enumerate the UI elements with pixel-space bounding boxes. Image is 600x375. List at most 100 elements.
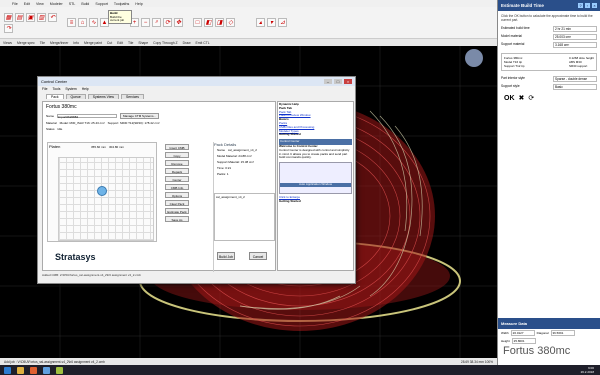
- measure-row-2: Height 25.8001: [498, 337, 600, 345]
- options-button[interactable]: Options: [165, 192, 189, 198]
- rotate-icon[interactable]: ⟳: [163, 18, 172, 27]
- tab-draw[interactable]: Draw: [183, 41, 191, 45]
- tab-merge-inner[interactable]: Merge/Inner: [50, 41, 68, 45]
- tab-services[interactable]: Services: [120, 94, 144, 99]
- material-label: Material: [46, 121, 57, 125]
- cancel-icon[interactable]: ✖: [519, 94, 525, 102]
- toolpath-icon[interactable]: ∿: [89, 18, 98, 27]
- zoom-out-icon[interactable]: −: [141, 18, 150, 27]
- view-front-icon[interactable]: ◧: [204, 18, 213, 27]
- tab-systems-view[interactable]: Systems View: [87, 94, 119, 99]
- center-button[interactable]: Center: [165, 176, 189, 182]
- menu-toolpaths[interactable]: Toolpaths: [114, 2, 129, 6]
- dialog-titlebar[interactable]: Control Center – □ ×: [38, 77, 355, 86]
- system-tray-clock[interactable]: 9:00 26.2.2018: [581, 366, 594, 374]
- tab-cut[interactable]: Cut: [107, 41, 112, 45]
- menu-modeler[interactable]: Modeler: [50, 2, 63, 6]
- control-center-icon[interactable]: [56, 366, 63, 374]
- help-screenshot[interactable]: Auto Application Window: [279, 162, 352, 195]
- insert-cmb-button[interactable]: Insert CMB: [165, 144, 189, 150]
- copy-button[interactable]: Copy: [165, 152, 189, 158]
- menu-file[interactable]: File: [12, 2, 18, 6]
- support-icon[interactable]: ⌂: [78, 18, 87, 27]
- zoom-fit-icon[interactable]: ⌕: [152, 18, 161, 27]
- pack-tab-panel: Fortus 380mc Name import0626884 Manage C…: [42, 101, 276, 272]
- layer-up-icon[interactable]: ▴: [256, 18, 265, 27]
- minimize-icon[interactable]: –: [324, 79, 332, 84]
- tab-info[interactable]: Info: [73, 41, 79, 45]
- tab-edit[interactable]: Edit: [117, 41, 123, 45]
- tab-merge-spec[interactable]: Merge spec: [17, 41, 35, 45]
- estimate-pack-button[interactable]: Estimate Pack: [165, 208, 189, 214]
- menu-edit[interactable]: Edit: [24, 2, 30, 6]
- tab-pack[interactable]: Pack: [46, 94, 64, 99]
- view-iso-icon[interactable]: ◇: [226, 18, 235, 27]
- view-tabstrip: Views Merge spec Tile Merge/Inner Info M…: [0, 39, 497, 46]
- insight-icon[interactable]: [43, 366, 50, 374]
- cmb-info-button[interactable]: CMB Info: [165, 184, 189, 190]
- tab-tile-2[interactable]: Tile: [128, 41, 133, 45]
- open-icon[interactable]: ▤: [15, 12, 24, 22]
- pack-list-item[interactable]: ssl_assignment_v4_2: [216, 195, 273, 199]
- dialog-menu-help[interactable]: Help: [82, 87, 89, 91]
- row-support-style: Support style Basic: [498, 83, 600, 91]
- build-tooltip: Build Build the current job: [108, 10, 132, 24]
- explorer-icon[interactable]: [17, 366, 24, 374]
- support-style-value: Basic: [553, 84, 597, 90]
- menu-build[interactable]: Build: [81, 2, 89, 6]
- tab-views[interactable]: Views: [3, 41, 12, 45]
- tab-merge-paint[interactable]: Merge paint: [84, 41, 102, 45]
- pack-name-label: Name: [46, 114, 55, 118]
- start-icon[interactable]: [4, 366, 11, 374]
- pack-name-select[interactable]: import0626884: [57, 114, 118, 119]
- pan-icon[interactable]: ✥: [174, 18, 183, 27]
- dialog-menu-tools[interactable]: Tools: [52, 87, 60, 91]
- redo-icon[interactable]: ↷: [4, 23, 13, 33]
- pack-item-list[interactable]: ssl_assignment_v4_2: [214, 193, 275, 241]
- print-icon[interactable]: ▥: [37, 12, 46, 22]
- close-icon[interactable]: ×: [344, 79, 352, 84]
- save-as-button[interactable]: Save As: [165, 216, 189, 222]
- cancel-button[interactable]: Cancel: [249, 252, 267, 260]
- diagonal-value: 36.5691: [550, 330, 575, 336]
- status-right: 28.69 38.34 mm 100%: [460, 359, 493, 364]
- dialog-menu-system[interactable]: System: [65, 87, 76, 91]
- slice-icon[interactable]: ≡: [67, 18, 76, 27]
- menu-support[interactable]: Support: [95, 2, 108, 6]
- pin-icon[interactable]: ▫: [585, 3, 590, 8]
- maximize-icon[interactable]: □: [334, 79, 342, 84]
- estimate-panel: Estimate Build Time ? ▫ × Click the OK but…: [497, 0, 600, 365]
- ok-button[interactable]: OK: [504, 95, 515, 102]
- tab-emit-ctl[interactable]: Emit CTL: [196, 41, 210, 45]
- measure-icon[interactable]: ⊿: [278, 18, 287, 27]
- save-icon[interactable]: ▣: [26, 12, 35, 22]
- manage-systems-button[interactable]: Manage CTM Systems...: [120, 113, 160, 119]
- menu-help[interactable]: Help: [135, 2, 142, 6]
- support-style-label: Support style: [501, 84, 520, 88]
- toolbar-group-file: ▦ ▤ ▣ ▥ ↶ ↷: [4, 12, 64, 33]
- new-icon[interactable]: ▦: [4, 12, 13, 22]
- tab-shape[interactable]: Shape: [138, 41, 148, 45]
- layer-down-icon[interactable]: ▾: [267, 18, 276, 27]
- tab-tile[interactable]: Tile: [40, 41, 45, 45]
- browser-icon[interactable]: [30, 366, 37, 374]
- platen-preview[interactable]: Platen 355.60 mm 304.80 mm: [47, 142, 157, 242]
- build-job-button[interactable]: Build Job: [217, 252, 235, 260]
- menu-stl[interactable]: STL: [69, 2, 76, 6]
- view-top-icon[interactable]: □: [193, 18, 202, 27]
- help-icon[interactable]: ?: [578, 3, 583, 8]
- dialog-menu-file[interactable]: File: [42, 87, 47, 91]
- close-icon[interactable]: ×: [592, 3, 597, 8]
- tab-copy-through-z[interactable]: Copy Through Z: [153, 41, 177, 45]
- tooltip-text: Build the current job: [110, 14, 125, 23]
- repack-button[interactable]: Repack: [165, 168, 189, 174]
- refresh-icon[interactable]: ⟳: [528, 94, 534, 102]
- clear-pack-button[interactable]: Clear Pack: [165, 200, 189, 206]
- estimate-actions: OK ✖ ⟳: [498, 91, 600, 105]
- part-on-platen[interactable]: [97, 186, 107, 196]
- remove-button[interactable]: Remove: [165, 160, 189, 166]
- undo-icon[interactable]: ↶: [48, 12, 57, 22]
- menu-view[interactable]: View: [36, 2, 44, 6]
- view-side-icon[interactable]: ◨: [215, 18, 224, 27]
- tab-queue[interactable]: Queue: [65, 94, 86, 99]
